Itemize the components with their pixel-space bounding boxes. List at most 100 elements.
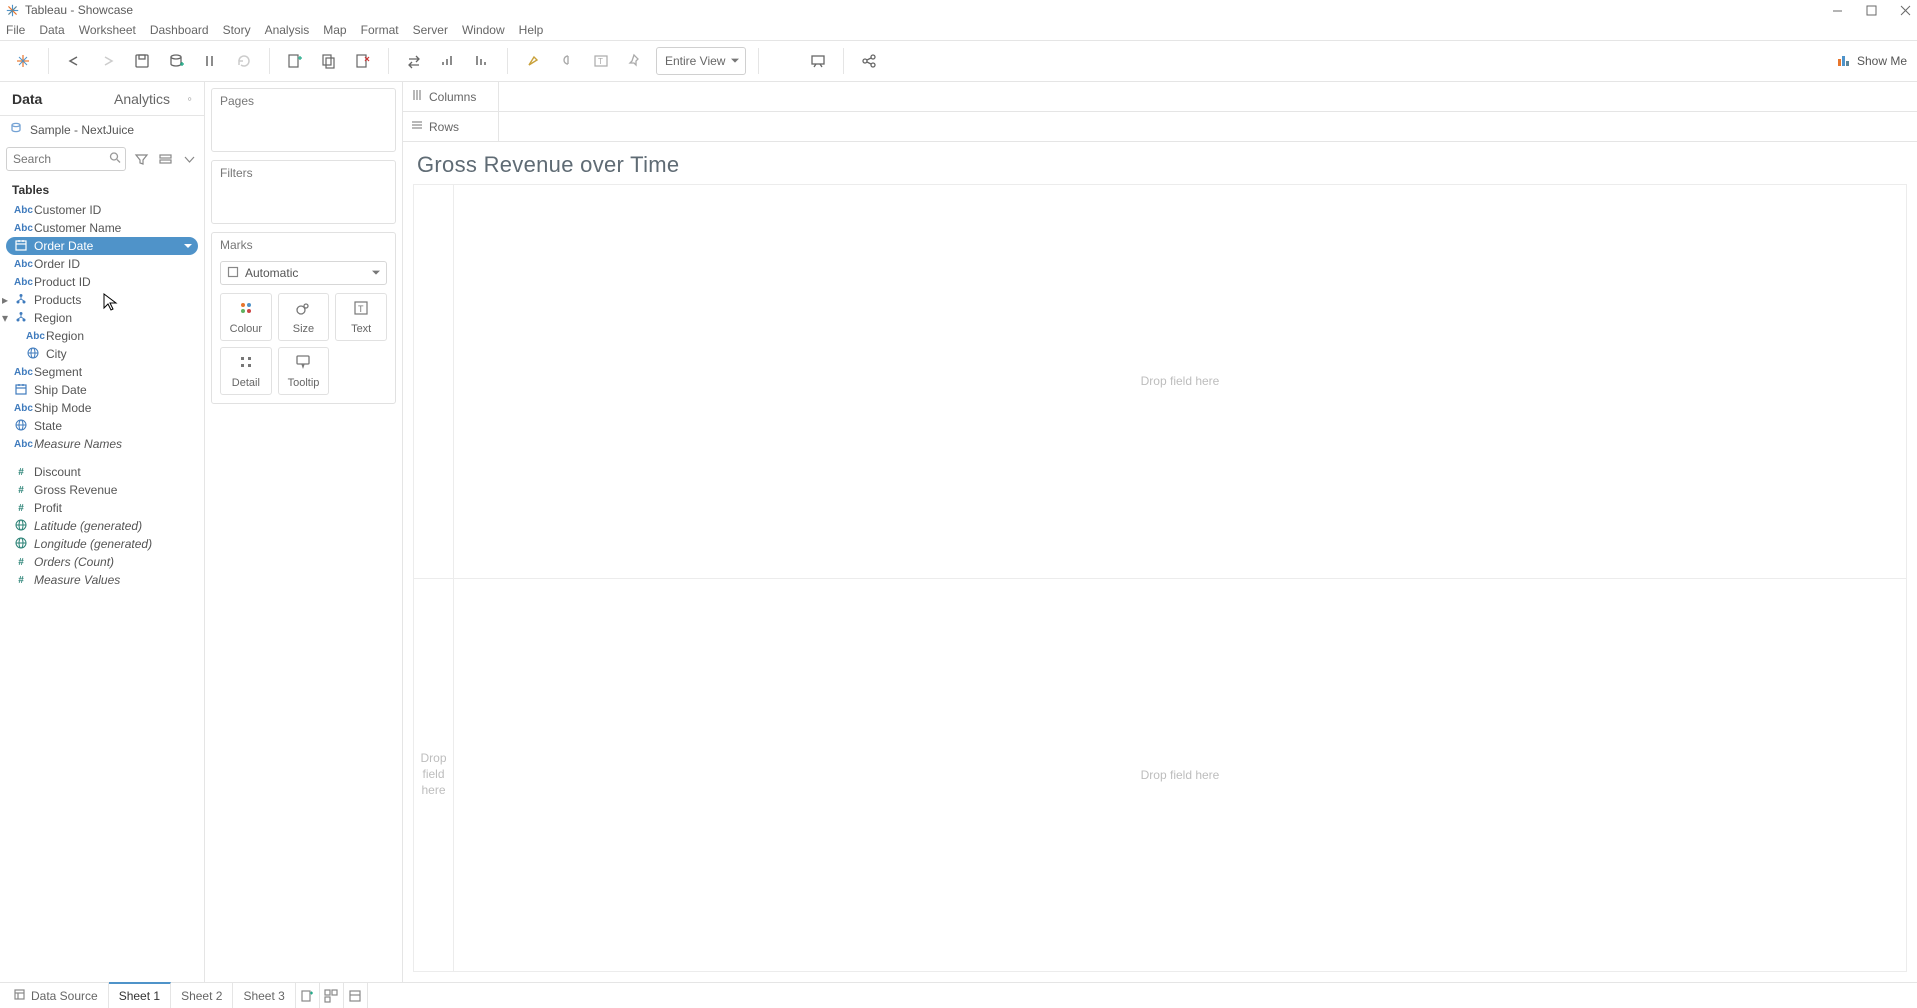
swap-axes-button[interactable] [401,48,427,74]
field-city[interactable]: City [0,345,204,363]
clear-worksheet-button[interactable] [350,48,376,74]
field-latitude-generated-[interactable]: Latitude (generated) [0,517,204,535]
pause-updates-button[interactable] [197,48,223,74]
undo-button[interactable] [61,48,87,74]
view-fields-button[interactable] [156,150,174,168]
presentation-mode-button[interactable] [805,48,831,74]
analytics-tab[interactable]: Analytics◦ [102,82,204,115]
datasource-item[interactable]: Sample - NextJuice [0,116,204,143]
duplicate-button[interactable] [316,48,342,74]
menu-file[interactable]: File [6,23,25,37]
new-dashboard-tab[interactable] [320,983,344,1008]
highlight-button[interactable] [520,48,546,74]
field-dropdown-icon[interactable] [184,244,192,252]
canvas[interactable]: Drop field here Drop field here [453,184,1907,972]
datasource-tab[interactable]: Data Source [4,983,109,1008]
field-longitude-generated-[interactable]: Longitude (generated) [0,535,204,553]
sort-asc-button[interactable] [435,48,461,74]
filters-shelf[interactable]: Filters [211,160,396,224]
menu-help[interactable]: Help [519,23,544,37]
field-ship-mode[interactable]: AbcShip Mode [0,399,204,417]
drop-target-col[interactable]: Drop field here [454,185,1906,579]
menu-story[interactable]: Story [223,23,251,37]
field-products[interactable]: ▸Products [0,291,204,309]
field-region[interactable]: AbcRegion [0,327,204,345]
menu-server[interactable]: Server [413,23,448,37]
search-input[interactable] [13,152,103,166]
maximize-button[interactable] [1865,4,1877,16]
mark-type-label: Automatic [245,266,298,280]
marks-tooltip[interactable]: Tooltip [278,347,330,395]
share-button[interactable] [856,48,882,74]
menu-data[interactable]: Data [39,23,64,37]
marks-size[interactable]: Size [278,293,330,341]
field-label: Measure Names [34,437,122,451]
menu-map[interactable]: Map [323,23,346,37]
columns-label: Columns [429,90,476,104]
save-button[interactable] [129,48,155,74]
show-me-button[interactable]: Show Me [1837,53,1907,70]
pin-button[interactable] [622,48,648,74]
collapse-icon[interactable]: ▾ [2,311,12,325]
field-customer-id[interactable]: AbcCustomer ID [0,201,204,219]
columns-drop[interactable] [499,82,1917,111]
fields-menu-button[interactable] [180,150,198,168]
marks-detail[interactable]: Detail [220,347,272,395]
field-product-id[interactable]: AbcProduct ID [0,273,204,291]
data-tab[interactable]: Data [0,82,102,115]
marks-colour[interactable]: Colour [220,293,272,341]
field-measure-values[interactable]: #Measure Values [0,571,204,589]
menu-worksheet[interactable]: Worksheet [79,23,136,37]
labels-button[interactable]: T [588,48,614,74]
shelves-column: Pages Filters Marks Automatic Colour [205,82,403,982]
mark-type-select[interactable]: Automatic [220,261,387,285]
rows-shelf[interactable]: Rows [403,112,1917,142]
field-measure-names[interactable]: AbcMeasure Names [0,435,204,453]
drop-target-rowhdr[interactable]: Drop field here [414,579,453,972]
refresh-button[interactable] [231,48,257,74]
worksheet-title[interactable]: Gross Revenue over Time [403,142,1917,184]
field-customer-name[interactable]: AbcCustomer Name [0,219,204,237]
rows-drop[interactable] [499,112,1917,141]
new-datasource-button[interactable] [163,48,189,74]
menu-format[interactable]: Format [361,23,399,37]
field-orders-count-[interactable]: #Orders (Count) [0,553,204,571]
field-label: Region [46,329,84,343]
row-header-zone[interactable]: Drop field here [413,184,453,972]
new-worksheet-button[interactable] [282,48,308,74]
show-cards-button[interactable] [771,48,797,74]
new-story-tab[interactable] [344,983,368,1008]
pages-shelf[interactable]: Pages [211,88,396,152]
field-segment[interactable]: AbcSegment [0,363,204,381]
fit-select[interactable]: Entire View [656,47,746,75]
field-region[interactable]: ▾Region [0,309,204,327]
minimize-button[interactable] [1831,4,1843,16]
columns-shelf[interactable]: Columns [403,82,1917,112]
sheet-tab-1[interactable]: Sheet 1 [109,982,171,1008]
menu-dashboard[interactable]: Dashboard [150,23,209,37]
sheet-tab-3[interactable]: Sheet 3 [233,983,295,1008]
field-ship-date[interactable]: Ship Date [0,381,204,399]
group-button[interactable] [554,48,580,74]
menu-analysis[interactable]: Analysis [265,23,310,37]
filter-fields-button[interactable] [132,150,150,168]
menubar: File Data Worksheet Dashboard Story Anal… [0,20,1917,40]
redo-button[interactable] [95,48,121,74]
pane-options-icon[interactable]: ◦ [187,91,192,106]
tableau-home-icon[interactable] [10,48,36,74]
field-state[interactable]: State [0,417,204,435]
menu-window[interactable]: Window [462,23,505,37]
field-order-date[interactable]: Order Date [6,237,198,255]
field-discount[interactable]: #Discount [0,463,204,481]
drop-target-main[interactable]: Drop field here [454,579,1906,972]
field-profit[interactable]: #Profit [0,499,204,517]
sort-desc-button[interactable] [469,48,495,74]
field-order-id[interactable]: AbcOrder ID [0,255,204,273]
sheet-tab-2[interactable]: Sheet 2 [171,983,233,1008]
close-button[interactable] [1899,4,1911,16]
expand-icon[interactable]: ▸ [2,293,12,307]
marks-text[interactable]: T Text [335,293,387,341]
field-gross-revenue[interactable]: #Gross Revenue [0,481,204,499]
field-search[interactable] [6,147,126,171]
new-worksheet-tab[interactable] [296,983,320,1008]
